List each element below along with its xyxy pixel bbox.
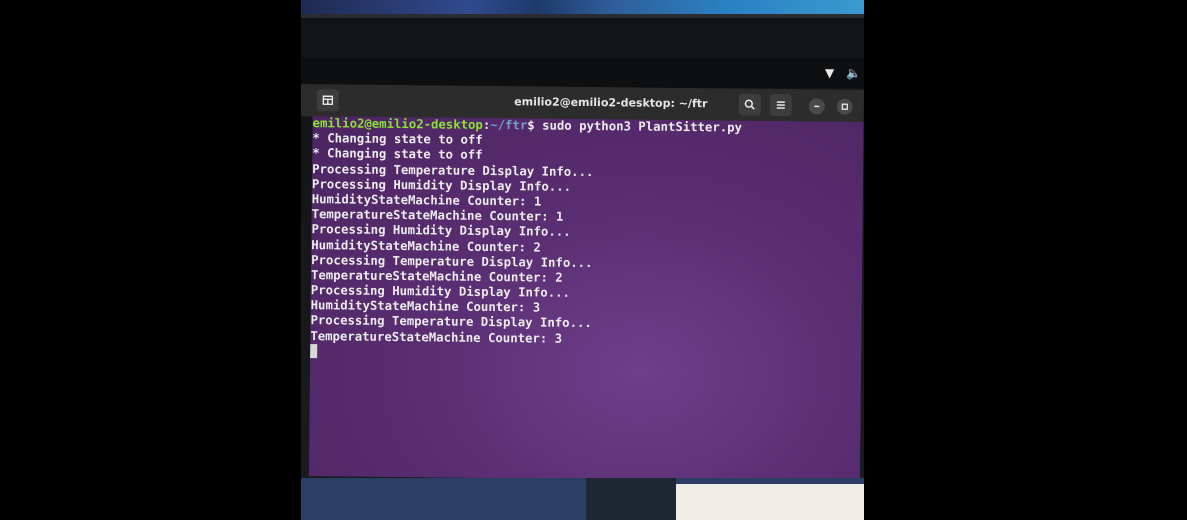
minimize-icon xyxy=(814,105,820,108)
new-tab-icon xyxy=(322,95,334,106)
monitor-bezel xyxy=(301,14,864,18)
terminal-window: emilio2@emilio2-desktop: ~/ftr emilio2@e… xyxy=(301,84,864,490)
prompt-path: ~/ftr xyxy=(490,117,528,133)
terminal-output: emilio2@emilio2-desktop:~/ftr$ sudo pyth… xyxy=(310,116,742,363)
minimize-button[interactable] xyxy=(808,98,825,115)
prompt-user-host: emilio2@emilio2-desktop xyxy=(312,116,483,132)
screen-photo: ▼ 🔈 emilio2@emilio2-desktop: ~/ftr emili… xyxy=(301,0,864,520)
background-window-strip xyxy=(301,0,864,14)
terminal-cursor xyxy=(310,344,318,359)
background-window-light xyxy=(676,484,864,520)
search-button[interactable] xyxy=(738,93,761,116)
wifi-icon[interactable]: ▼ xyxy=(825,66,834,80)
system-top-bar: ▼ 🔈 xyxy=(301,58,864,88)
prompt-dollar: $ xyxy=(527,118,543,133)
volume-icon[interactable]: 🔈 xyxy=(846,66,861,80)
background-window-dark xyxy=(586,478,676,520)
window-title: emilio2@emilio2-desktop: ~/ftr xyxy=(514,95,708,111)
maximize-button[interactable] xyxy=(836,98,853,115)
maximize-icon xyxy=(841,103,848,110)
terminal-body[interactable]: emilio2@emilio2-desktop:~/ftr$ sudo pyth… xyxy=(308,116,864,482)
menu-button[interactable] xyxy=(769,93,792,117)
cursor-line xyxy=(310,344,740,364)
hamburger-menu-icon xyxy=(776,101,785,109)
new-tab-button[interactable] xyxy=(316,89,339,112)
prompt-colon: : xyxy=(482,117,491,132)
prompt-command: sudo python3 PlantSitter.py xyxy=(542,118,743,135)
search-icon xyxy=(744,99,755,110)
